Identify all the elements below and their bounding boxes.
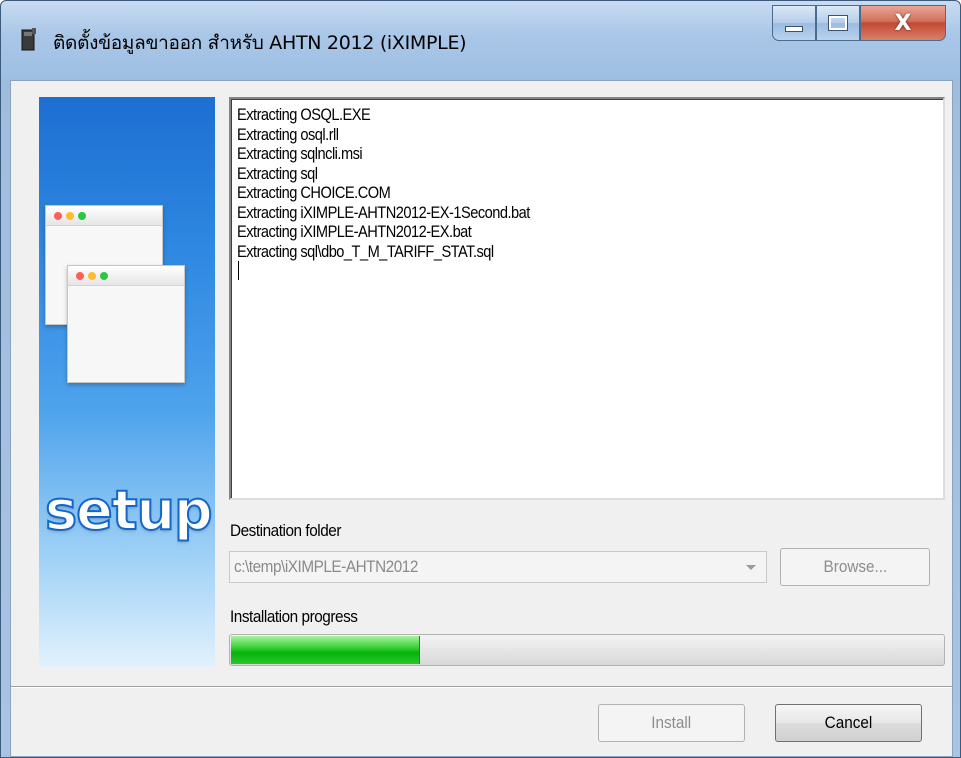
browse-button[interactable]: Browse... [780, 548, 930, 586]
destination-folder-combo[interactable]: c:\temp\iXIMPLE-AHTN2012 [229, 551, 767, 583]
log-line: Extracting sql [237, 163, 318, 183]
browse-button-label: Browse... [823, 557, 887, 576]
setup-banner: setup [39, 97, 215, 667]
close-icon: X [894, 10, 912, 36]
setup-logo-text: setup [44, 478, 214, 543]
title-bar[interactable]: ติดตั้งข้อมูลขาออก สำหรับ AHTN 2012 (iXI… [1, 1, 960, 79]
destination-label: Destination folder [230, 521, 341, 540]
progress-label: Installation progress [230, 607, 358, 626]
minimize-button[interactable] [772, 5, 816, 41]
destination-folder-value: c:\temp\iXIMPLE-AHTN2012 [234, 557, 418, 576]
footer-divider [11, 686, 952, 688]
log-line: Extracting sql\dbo_T_M_TARIFF_STAT.sql [237, 241, 494, 261]
log-line: Extracting iXIMPLE-AHTN2012-EX.bat [237, 222, 472, 241]
log-line: Extracting sqlncli.msi [237, 144, 363, 163]
app-icon [21, 28, 36, 51]
log-line: Extracting iXIMPLE-AHTN2012-EX-1Second.b… [237, 202, 530, 222]
maximize-icon [828, 15, 848, 31]
chevron-down-icon[interactable] [746, 565, 756, 570]
install-button-label: Install [651, 713, 692, 732]
maximize-button[interactable] [816, 5, 860, 41]
window-title: ติดตั้งข้อมูลขาออก สำหรับ AHTN 2012 (iXI… [53, 32, 467, 54]
progress-fill [231, 636, 421, 664]
cancel-button-label: Cancel [824, 713, 873, 732]
minimize-icon [785, 26, 803, 32]
extraction-log[interactable]: Extracting OSQL.EXE Extracting osql.rll … [229, 97, 945, 500]
log-line: Extracting CHOICE.COM [237, 183, 391, 202]
window-illustration-front [67, 265, 185, 383]
install-button[interactable]: Install [598, 704, 745, 742]
log-line: Extracting OSQL.EXE [237, 105, 371, 124]
cancel-button[interactable]: Cancel [775, 704, 922, 742]
dialog-body: setup Extracting OSQL.EXE Extracting osq… [10, 80, 953, 757]
installer-window: ติดตั้งข้อมูลขาออก สำหรับ AHTN 2012 (iXI… [0, 0, 961, 758]
installation-progress-bar [229, 634, 945, 666]
close-button[interactable]: X [860, 5, 946, 41]
log-line: Extracting osql.rll [237, 124, 339, 144]
text-caret [238, 261, 239, 280]
